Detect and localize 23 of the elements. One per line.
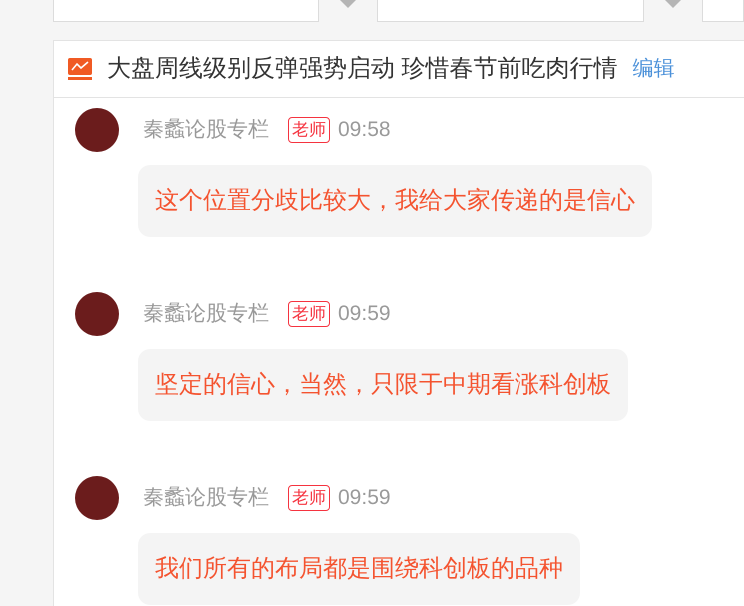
topic-title: 大盘周线级别反弹强势启动 珍惜春节前吃肉行情 xyxy=(107,54,618,84)
message-time: 09:59 xyxy=(338,301,391,327)
line-chart-icon xyxy=(68,58,92,80)
avatar-icon xyxy=(75,292,119,336)
caret-icon[interactable] xyxy=(665,0,681,8)
author-name: 秦蠡论股专栏 xyxy=(143,301,269,327)
message-bubble: 我们所有的布局都是围绕科创板的品种 xyxy=(138,533,580,605)
message-bubble: 这个位置分歧比较大，我给大家传递的是信心 xyxy=(138,165,652,237)
avatar-icon xyxy=(75,476,119,520)
dropdown-field[interactable] xyxy=(53,0,319,22)
message-time: 09:58 xyxy=(338,117,391,143)
edit-link[interactable]: 编辑 xyxy=(632,56,675,82)
message-bubble: 坚定的信心，当然，只限于中期看涨科创板 xyxy=(138,349,628,421)
author-name: 秦蠡论股专栏 xyxy=(143,485,269,511)
dropdown-field[interactable] xyxy=(702,0,744,22)
role-badge: 老师 xyxy=(288,117,330,143)
dropdown-field[interactable] xyxy=(377,0,644,22)
caret-icon[interactable] xyxy=(340,0,356,8)
message-time: 09:59 xyxy=(338,485,391,511)
author-name: 秦蠡论股专栏 xyxy=(143,117,269,143)
role-badge: 老师 xyxy=(288,485,330,511)
role-badge: 老师 xyxy=(288,301,330,327)
avatar-icon xyxy=(75,108,119,152)
